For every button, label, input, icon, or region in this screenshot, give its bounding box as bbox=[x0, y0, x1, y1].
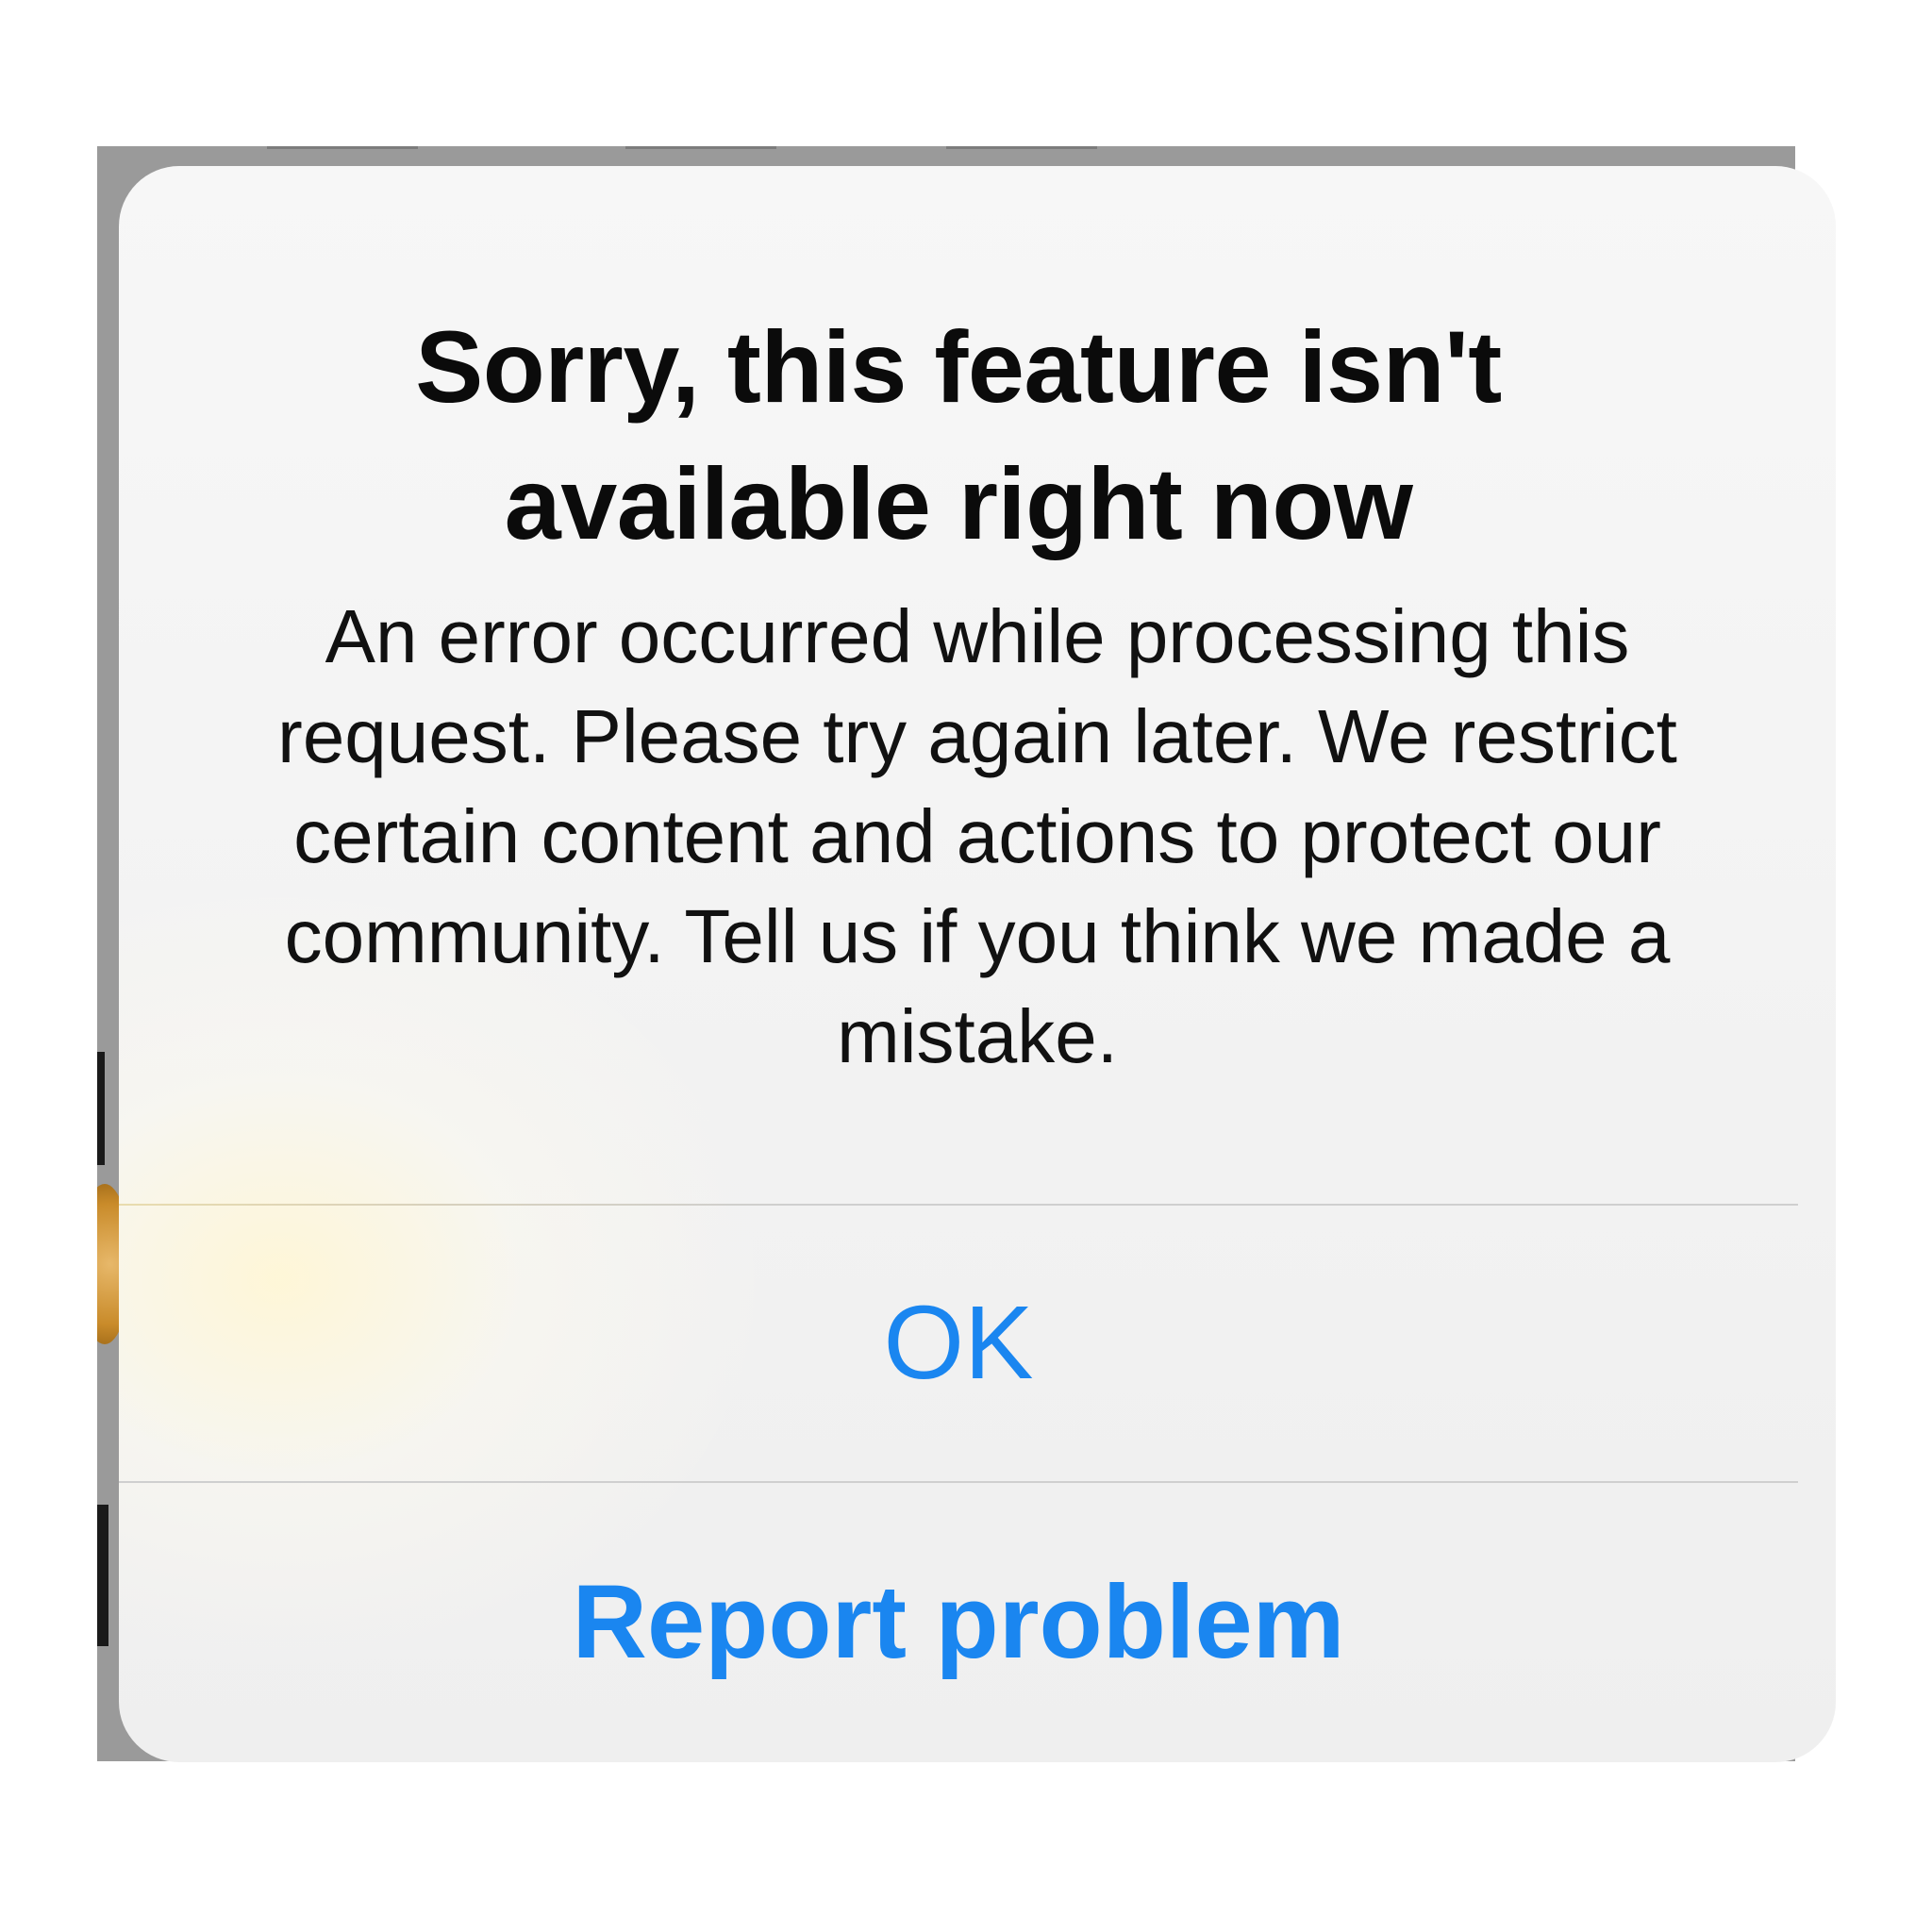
alert-message: An error occurred while processing this … bbox=[277, 594, 1677, 1078]
alert-title: Sorry, this feature isn't available righ… bbox=[415, 309, 1502, 560]
alert-dialog: Sorry, this feature isn't available righ… bbox=[119, 166, 1836, 1762]
report-problem-button[interactable]: Report problem bbox=[119, 1483, 1798, 1762]
ok-button[interactable]: OK bbox=[119, 1206, 1798, 1481]
alert-body: Sorry, this feature isn't available righ… bbox=[119, 166, 1798, 1204]
background-artifact bbox=[97, 1052, 105, 1165]
background-artifact bbox=[97, 1505, 108, 1646]
